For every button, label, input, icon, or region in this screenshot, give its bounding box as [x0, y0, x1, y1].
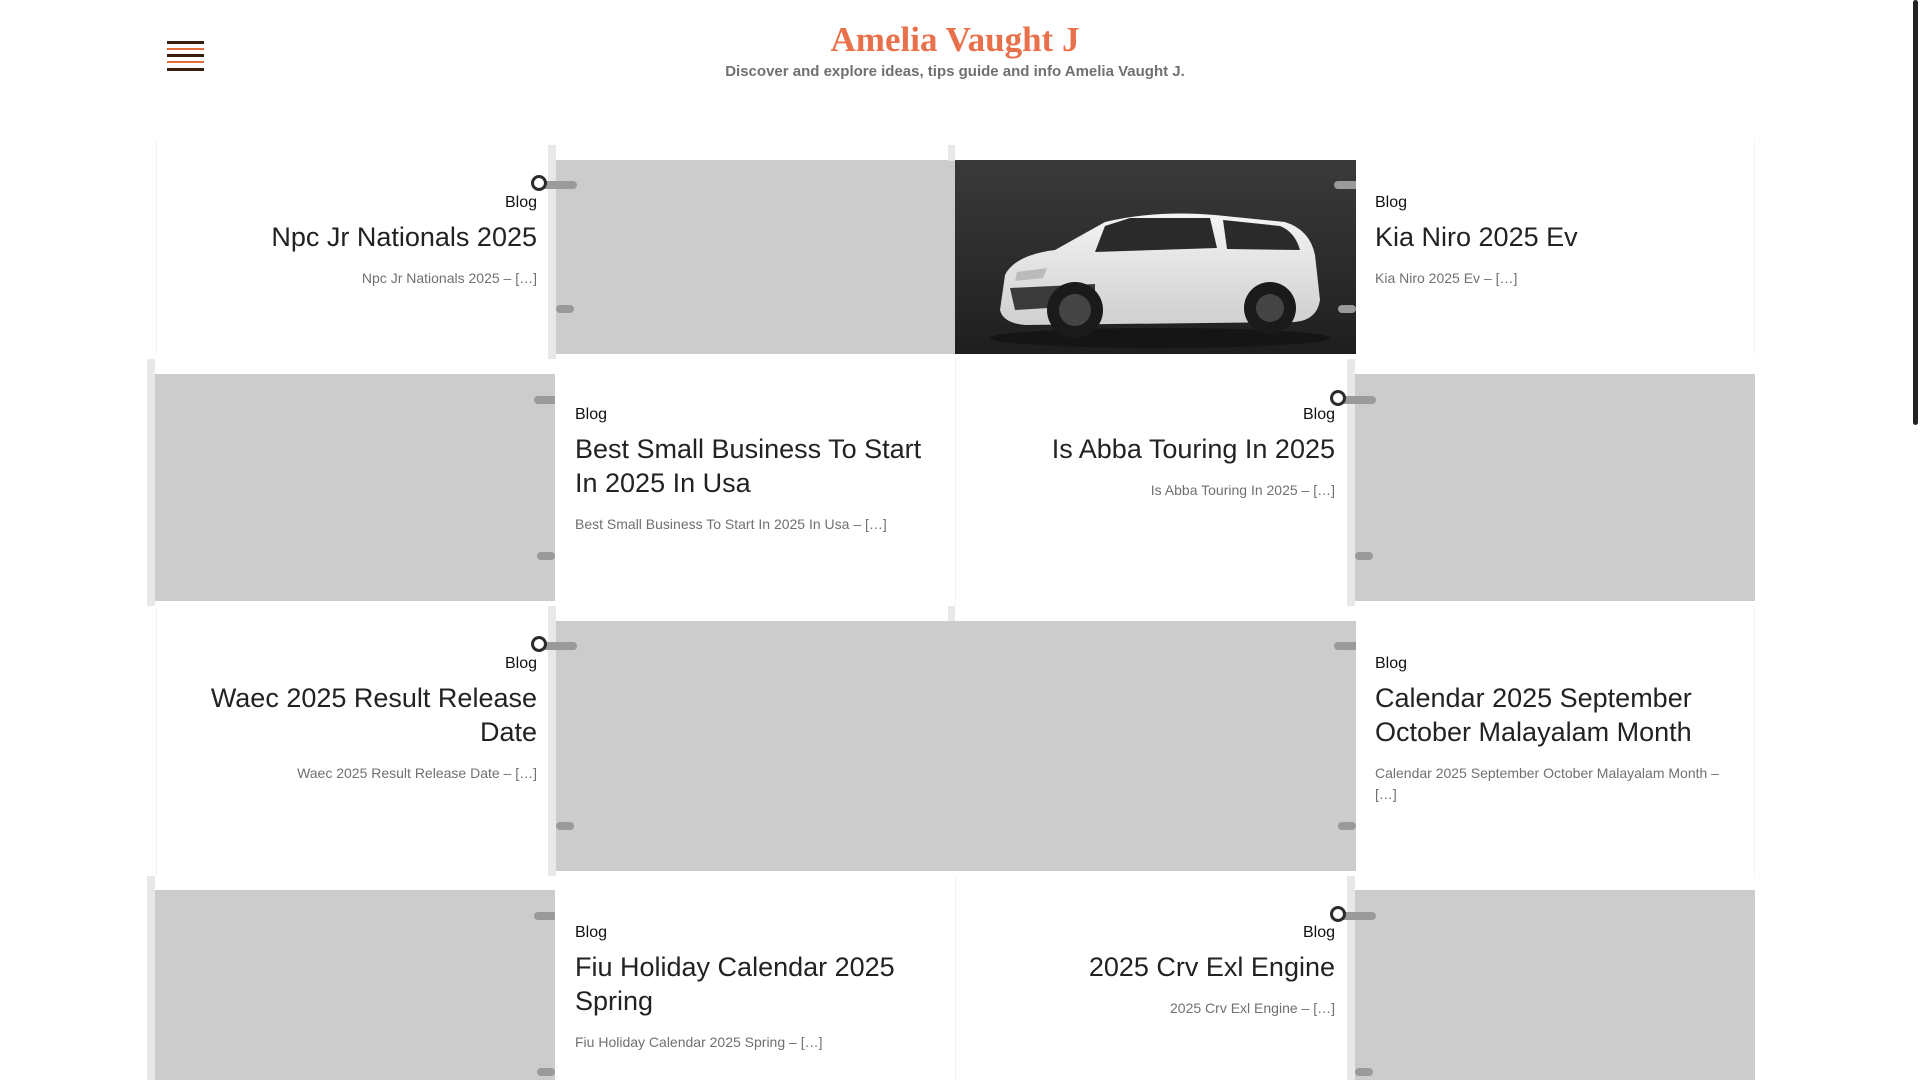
- post-card: Blog Kia Niro 2025 Ev Kia Niro 2025 Ev –…: [1356, 140, 1755, 355]
- car-image: [990, 213, 1330, 348]
- pin-icon: [531, 173, 577, 197]
- site-title[interactable]: Amelia Vaught J: [0, 20, 1910, 60]
- post-thumbnail-car[interactable]: [955, 160, 1356, 354]
- post-category-link[interactable]: Blog: [177, 655, 537, 673]
- post-thumbnail[interactable]: [556, 160, 955, 354]
- tab-icon: [556, 822, 574, 830]
- site-description: Discover and explore ideas, tips guide a…: [725, 63, 1185, 80]
- post-title[interactable]: Calendar 2025 September October Malayala…: [1375, 681, 1737, 749]
- pin-icon: [1330, 388, 1376, 412]
- post-thumbnail[interactable]: [556, 621, 1356, 871]
- post-title[interactable]: Is Abba Touring In 2025: [976, 432, 1335, 466]
- pin-icon: [1330, 904, 1376, 928]
- post-category-link[interactable]: Blog: [575, 406, 935, 424]
- card-frame: [948, 145, 955, 161]
- post-excerpt: Waec 2025 Result Release Date – […]: [297, 765, 537, 781]
- post-excerpt: 2025 Crv Exl Engine – […]: [1170, 1000, 1335, 1016]
- tab-icon: [1355, 552, 1373, 560]
- post-excerpt: Best Small Business To Start In 2025 In …: [575, 516, 887, 532]
- post-thumbnail[interactable]: [1355, 374, 1755, 601]
- post-category-link[interactable]: Blog: [575, 924, 935, 942]
- post-title[interactable]: Fiu Holiday Calendar 2025 Spring: [575, 950, 935, 1018]
- tab-icon: [1338, 822, 1356, 830]
- post-excerpt: Calendar 2025 September October Malayala…: [1375, 765, 1719, 802]
- post-excerpt: Kia Niro 2025 Ev – […]: [1375, 270, 1518, 286]
- post-category-link[interactable]: Blog: [976, 406, 1335, 424]
- post-excerpt: Fiu Holiday Calendar 2025 Spring – […]: [575, 1034, 823, 1050]
- post-card: Blog Waec 2025 Result Release Date Waec …: [156, 606, 550, 876]
- post-title[interactable]: Npc Jr Nationals 2025: [177, 220, 537, 254]
- post-card: Blog Calendar 2025 September October Mal…: [1356, 606, 1755, 876]
- post-category-link[interactable]: Blog: [1375, 194, 1735, 212]
- tab-icon: [1338, 305, 1356, 313]
- scrollbar-thumb[interactable]: [1913, 0, 1918, 425]
- post-card: Blog Fiu Holiday Calendar 2025 Spring Fi…: [555, 876, 956, 1080]
- post-excerpt: Npc Jr Nationals 2025 – […]: [361, 270, 537, 286]
- card-frame: [147, 876, 155, 1080]
- tab-icon: [537, 1068, 555, 1076]
- page-scrollbar[interactable]: [1910, 0, 1920, 1080]
- site-header: Amelia Vaught J Discover and explore ide…: [0, 0, 1910, 110]
- post-category-link[interactable]: Blog: [1375, 655, 1737, 673]
- post-thumbnail[interactable]: [155, 890, 555, 1080]
- card-frame: [948, 606, 955, 621]
- post-card: Blog Npc Jr Nationals 2025 Npc Jr Nation…: [156, 140, 550, 355]
- post-category-link[interactable]: Blog: [976, 924, 1335, 942]
- post-card: Blog Is Abba Touring In 2025 Is Abba Tou…: [956, 359, 1348, 606]
- post-thumbnail[interactable]: [1355, 890, 1755, 1080]
- post-title[interactable]: Kia Niro 2025 Ev: [1375, 220, 1735, 254]
- tab-icon: [1355, 1068, 1373, 1076]
- post-title[interactable]: 2025 Crv Exl Engine: [976, 950, 1335, 984]
- post-thumbnail[interactable]: [155, 374, 555, 601]
- pin-icon: [531, 634, 577, 658]
- tab-icon: [556, 305, 574, 313]
- post-card: Blog 2025 Crv Exl Engine 2025 Crv Exl En…: [956, 876, 1348, 1080]
- post-title[interactable]: Waec 2025 Result Release Date: [177, 681, 537, 749]
- post-excerpt: Is Abba Touring In 2025 – […]: [1150, 482, 1335, 498]
- post-category-link[interactable]: Blog: [177, 194, 537, 212]
- card-frame: [147, 359, 155, 606]
- post-title[interactable]: Best Small Business To Start In 2025 In …: [575, 432, 935, 500]
- post-card: Blog Best Small Business To Start In 202…: [555, 359, 956, 606]
- tab-icon: [537, 552, 555, 560]
